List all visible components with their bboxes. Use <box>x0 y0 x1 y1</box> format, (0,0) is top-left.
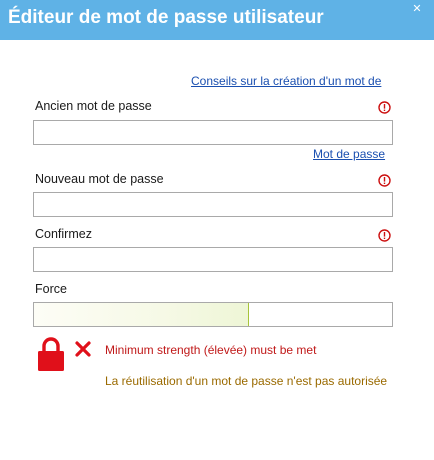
strength-meter-fill <box>34 303 249 326</box>
reuse-warning-message: La réutilisation d'un mot de passe n'est… <box>105 374 388 388</box>
old-password-required-icon <box>378 101 391 114</box>
error-x-icon <box>75 341 91 357</box>
window-title: Éditeur de mot de passe utilisateur <box>8 7 324 28</box>
old-password-input[interactable] <box>33 120 393 145</box>
generate-password-link[interactable]: Mot de passe <box>313 147 385 161</box>
strength-meter <box>33 302 393 327</box>
confirm-password-label: Confirmez <box>35 227 92 241</box>
confirm-password-input[interactable] <box>33 247 393 272</box>
confirm-password-required-icon <box>378 229 391 242</box>
strength-error-message: Minimum strength (élevée) must be met <box>105 343 317 357</box>
new-password-input[interactable] <box>33 192 393 217</box>
title-bar: Éditeur de mot de passe utilisateur ✕ <box>0 0 434 40</box>
lock-icon <box>38 337 64 371</box>
new-password-label: Nouveau mot de passe <box>35 172 164 186</box>
password-tips-link[interactable]: Conseils sur la création d'un mot de <box>191 74 391 88</box>
strength-label: Force <box>35 282 67 296</box>
old-password-label: Ancien mot de passe <box>35 99 152 113</box>
new-password-required-icon <box>378 174 391 187</box>
close-button[interactable]: ✕ <box>410 2 424 16</box>
